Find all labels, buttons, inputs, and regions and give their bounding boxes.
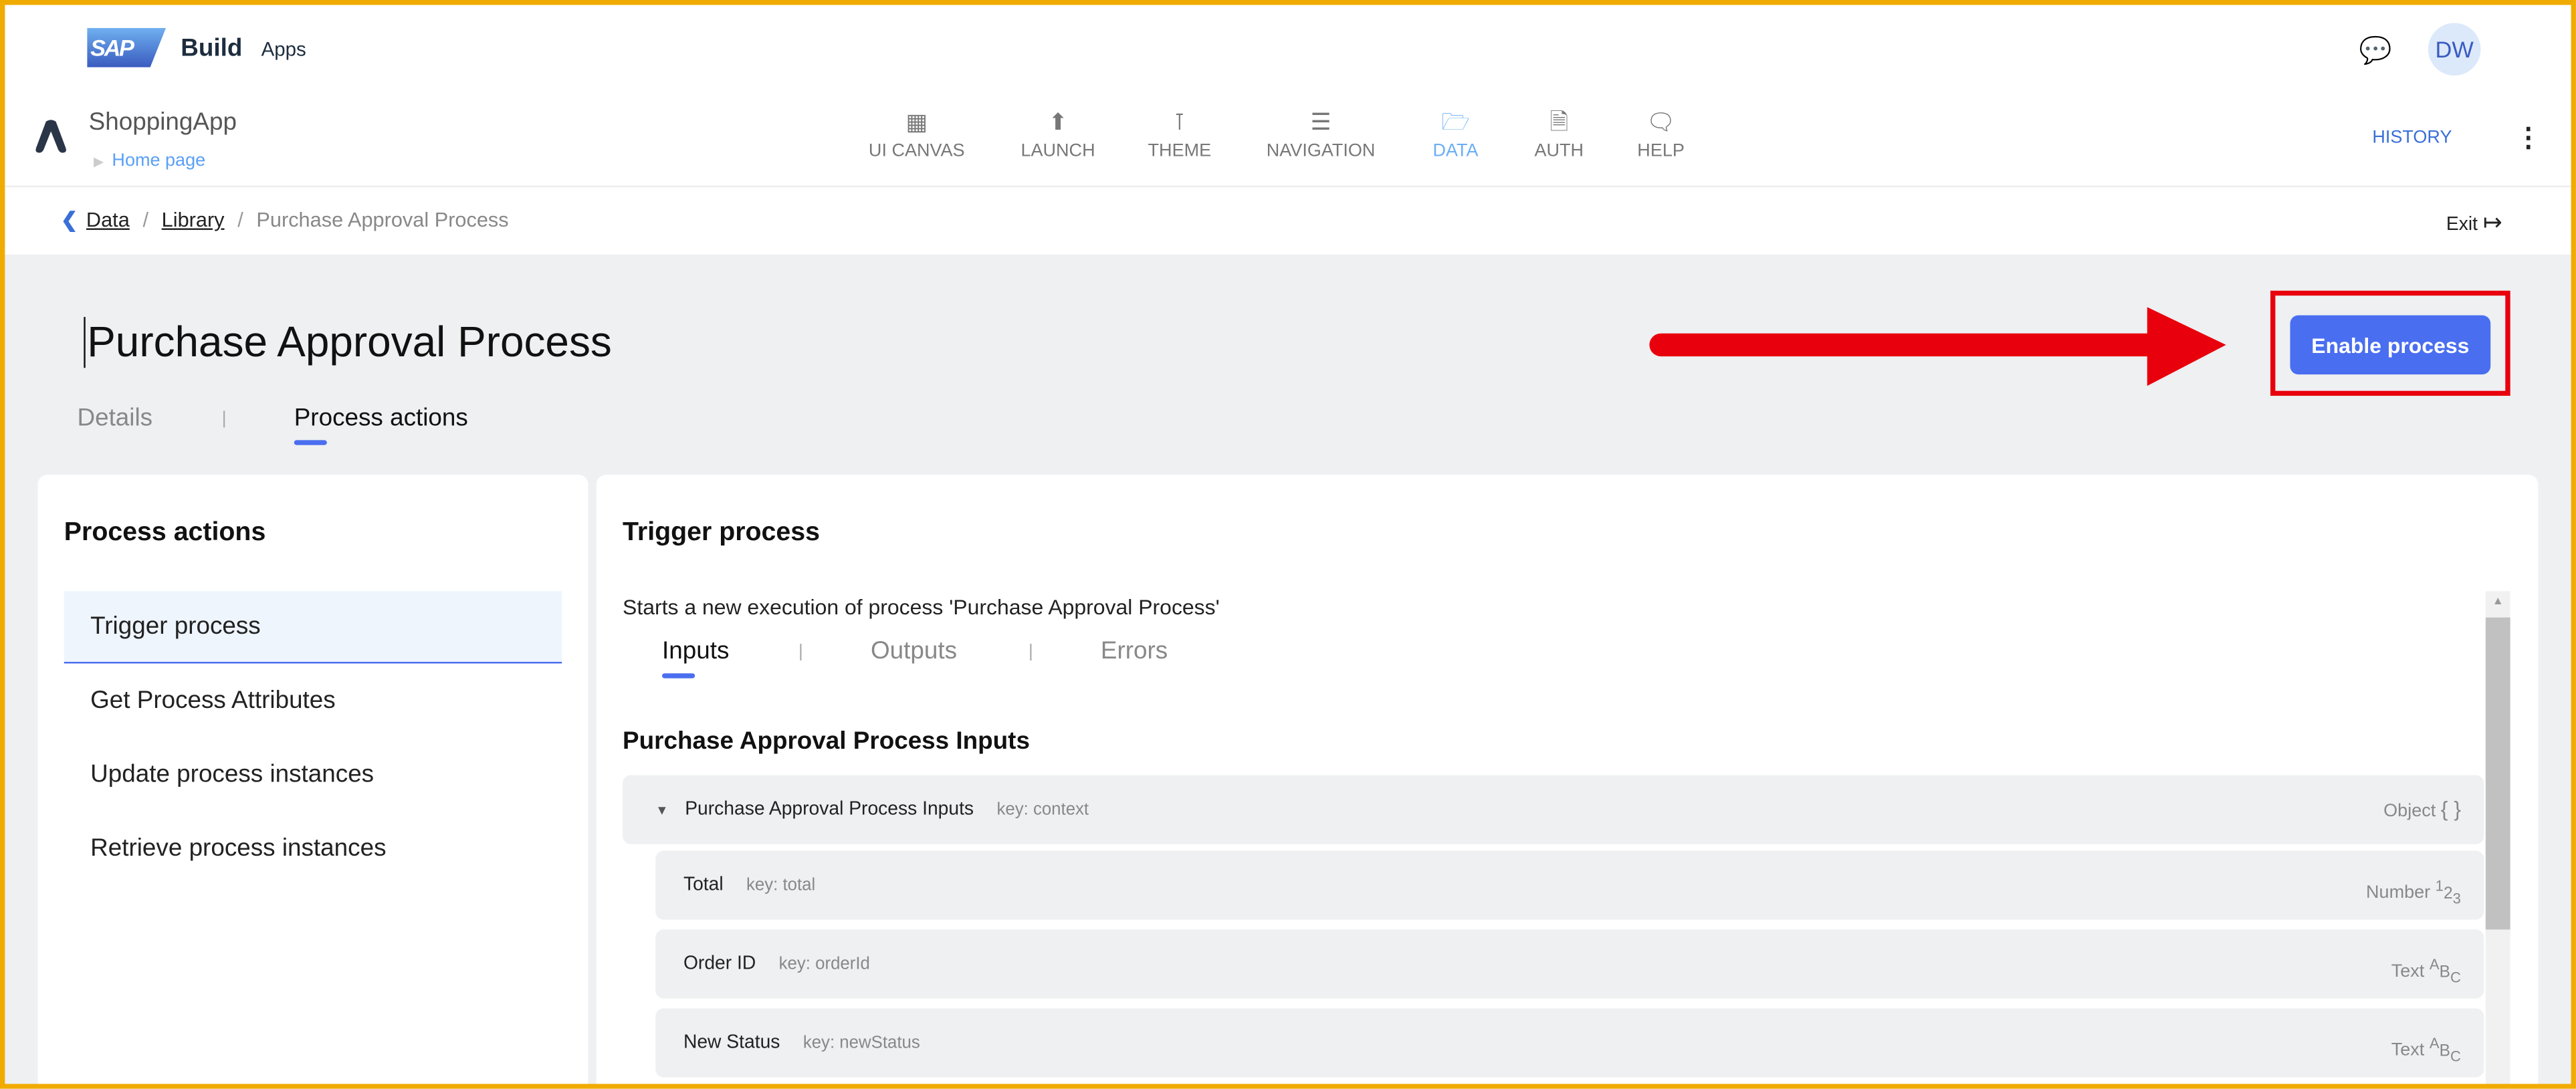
navigation-icon: ☰ xyxy=(1310,108,1331,135)
breadcrumb-data[interactable]: Data xyxy=(86,209,130,231)
breadcrumb-current: Purchase Approval Process xyxy=(256,208,509,232)
exit-icon: ↦ xyxy=(2482,208,2502,235)
annotation-arrow xyxy=(1649,307,2226,386)
theme-icon: ⊺ xyxy=(1173,108,1186,135)
more-menu-icon[interactable]: ⋮ xyxy=(2515,122,2541,154)
nav-label: HELP xyxy=(1637,141,1685,161)
field-name: Purchase Approval Process Inputs xyxy=(685,800,974,820)
input-field-row[interactable]: Order ID key: orderId Text ABC xyxy=(655,929,2484,999)
field-type: Text xyxy=(2391,1040,2425,1061)
subtab-outputs[interactable]: Outputs xyxy=(871,637,957,665)
canvas-icon: ▦ xyxy=(905,108,928,135)
product-name: Build xyxy=(181,34,243,63)
input-field-row[interactable]: Total key: total Number 123 xyxy=(655,850,2484,920)
nav-theme[interactable]: ⊺ THEME xyxy=(1105,105,1253,161)
field-key: key: orderId xyxy=(778,954,870,974)
field-name: Total xyxy=(683,875,724,895)
page-title[interactable]: Purchase Approval Process xyxy=(84,317,612,368)
field-type: Text xyxy=(2391,961,2425,982)
avatar[interactable]: DW xyxy=(2428,23,2481,76)
nav-help[interactable]: 🗨 HELP xyxy=(1587,105,1735,161)
input-root-row[interactable]: ▼ Purchase Approval Process Inputs key: co… xyxy=(623,775,2484,844)
field-type: Object xyxy=(2383,801,2436,822)
active-subtab-indicator xyxy=(662,673,695,679)
nav-label: NAVIGATION xyxy=(1266,141,1376,161)
feedback-icon[interactable]: 💬 xyxy=(2359,35,2392,68)
subtab-inputs[interactable]: Inputs xyxy=(662,637,729,665)
object-icon: { } xyxy=(2440,796,2461,822)
nav-label: THEME xyxy=(1148,141,1212,161)
input-field-row[interactable]: New Status key: newStatus Text ABC xyxy=(655,1008,2484,1078)
nav-label: AUTH xyxy=(1534,141,1584,161)
text-icon: ABC xyxy=(2429,955,2461,985)
field-key: key: newStatus xyxy=(802,1033,920,1053)
inputs-heading: Purchase Approval Process Inputs xyxy=(623,727,1030,756)
active-tab-indicator xyxy=(294,440,327,445)
action-retrieve-process-instances[interactable]: Retrieve process instances xyxy=(64,813,562,885)
nav-label: LAUNCH xyxy=(1021,141,1095,161)
nav-ui-canvas[interactable]: ▦ UI CANVAS xyxy=(843,105,990,161)
action-description: Starts a new execution of process 'Purch… xyxy=(623,594,1220,620)
field-type: Number xyxy=(2366,882,2431,903)
number-icon: 123 xyxy=(2435,876,2461,906)
field-name: Order ID xyxy=(683,954,756,974)
subtab-separator: | xyxy=(798,642,803,662)
subtab-errors[interactable]: Errors xyxy=(1101,637,1168,665)
field-key: key: total xyxy=(746,875,816,895)
nav-navigation[interactable]: ☰ NAVIGATION xyxy=(1247,105,1395,161)
text-icon: ABC xyxy=(2429,1034,2461,1064)
page-selector[interactable]: ▶ Home page xyxy=(94,151,205,170)
back-icon[interactable]: ❮ xyxy=(61,209,78,231)
action-title: Trigger process xyxy=(623,519,820,548)
breadcrumb: ❮ Data / Library / Purchase Approval Process xyxy=(60,208,509,232)
scroll-up-icon[interactable]: ▲ xyxy=(2486,591,2510,614)
collapse-icon[interactable]: ▼ xyxy=(655,803,668,818)
field-key: key: context xyxy=(996,800,1089,820)
nav-label: DATA xyxy=(1432,141,1479,161)
product-sub: Apps xyxy=(261,37,306,61)
tab-details[interactable]: Details xyxy=(77,404,152,432)
tab-process-actions[interactable]: Process actions xyxy=(294,404,468,432)
sap-logo: SAP xyxy=(87,27,167,68)
action-trigger-process[interactable]: Trigger process xyxy=(64,591,562,664)
tab-separator: | xyxy=(221,408,227,429)
scrollbar-thumb[interactable] xyxy=(2485,617,2510,930)
panel-title: Process actions xyxy=(64,519,266,548)
app-name: ShoppingApp xyxy=(88,108,237,136)
page-name: Home page xyxy=(112,151,206,171)
history-button[interactable]: HISTORY xyxy=(2372,128,2452,148)
subtab-separator: | xyxy=(1028,642,1033,662)
enable-process-button[interactable]: Enable process xyxy=(2290,315,2491,375)
nav-label: UI CANVAS xyxy=(868,141,965,161)
breadcrumb-library[interactable]: Library xyxy=(162,209,225,231)
app-window: SAP Build Apps 💬 DW ShoppingApp ▶ Home pa… xyxy=(0,0,2576,1089)
action-get-process-attributes[interactable]: Get Process Attributes xyxy=(64,665,562,737)
action-update-process-instances[interactable]: Update process instances xyxy=(64,739,562,811)
field-name: New Status xyxy=(683,1033,780,1053)
app-logo-icon xyxy=(35,120,66,153)
divider xyxy=(0,185,2576,188)
exit-button[interactable]: Exit ↦ xyxy=(2446,209,2502,237)
help-icon: 🗨 xyxy=(1646,108,1676,135)
exit-label: Exit xyxy=(2446,215,2478,235)
